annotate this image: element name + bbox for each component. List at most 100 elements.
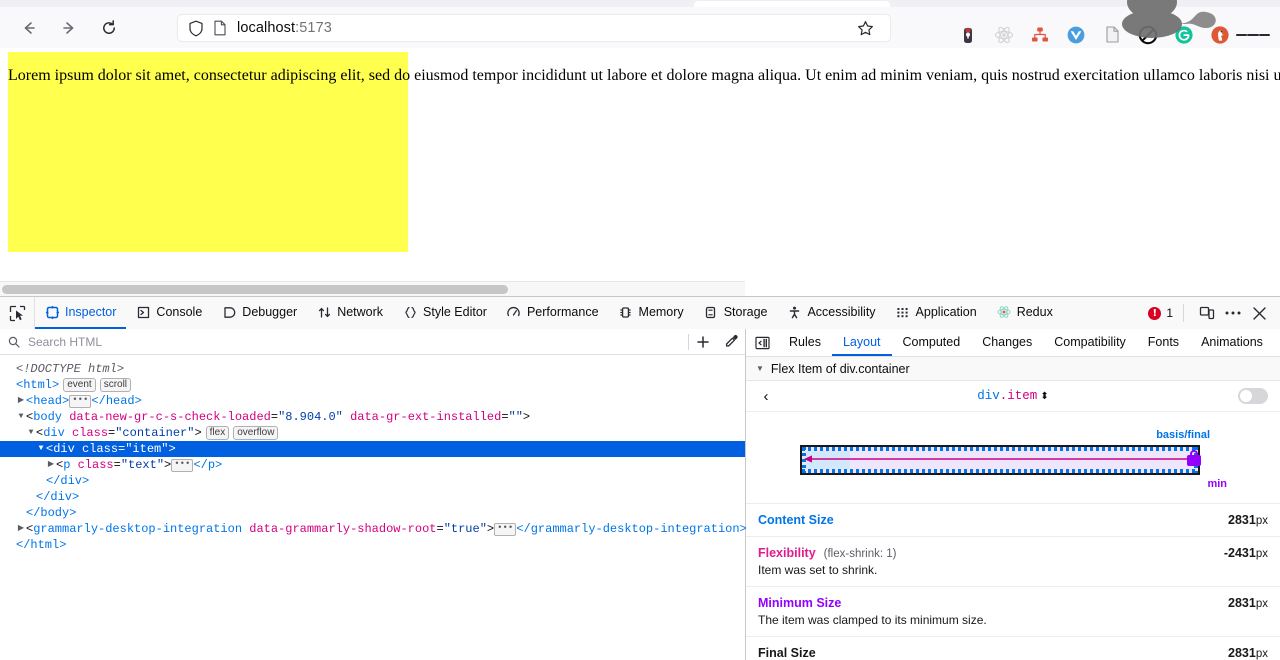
tab-memory-label: Memory bbox=[639, 305, 684, 319]
dom-row-item-close[interactable]: </div> bbox=[0, 473, 745, 489]
error-count-badge[interactable]: ! 1 bbox=[1148, 306, 1173, 320]
container-attr-name[interactable]: class bbox=[72, 425, 108, 441]
property-content-size[interactable]: Content Size 2831px bbox=[746, 503, 1280, 536]
page-info-icon[interactable] bbox=[213, 20, 227, 36]
flexibility-value: -2431px bbox=[1224, 546, 1268, 560]
add-node-icon[interactable] bbox=[689, 330, 717, 354]
dashed-border-top bbox=[802, 447, 1198, 451]
dom-row-container[interactable]: ▼ <div class="container"> flex overflow bbox=[0, 425, 745, 441]
badge-event[interactable]: event bbox=[63, 378, 95, 392]
bracket-open: < bbox=[46, 441, 53, 457]
tab-debugger[interactable]: Debugger bbox=[212, 297, 307, 329]
sidebar-toggle-icon[interactable] bbox=[746, 329, 778, 356]
dom-row-head[interactable]: ▶ <head> ••• </head> bbox=[0, 393, 745, 409]
grammarly-attr-name[interactable]: data-grammarly-shadow-root bbox=[249, 521, 436, 537]
inspector-icon bbox=[45, 306, 59, 319]
dom-row-body[interactable]: ▼ <body data-new-gr-c-s-check-loaded="8.… bbox=[0, 409, 745, 425]
sidebar-tab-compatibility[interactable]: Compatibility bbox=[1043, 329, 1137, 356]
bracket-open: < bbox=[26, 409, 33, 425]
tab-style-editor[interactable]: Style Editor bbox=[393, 297, 497, 329]
tab-redux-label: Redux bbox=[1017, 305, 1053, 319]
flex-item-selector[interactable]: div.item⬍ bbox=[746, 389, 1280, 403]
equals: = bbox=[271, 409, 278, 425]
dom-row-container-close[interactable]: </div> bbox=[0, 489, 745, 505]
tab-console[interactable]: Console bbox=[126, 297, 212, 329]
back-button[interactable] bbox=[12, 13, 46, 43]
flex-highlight-toggle[interactable] bbox=[1238, 388, 1268, 404]
tab-application[interactable]: Application bbox=[886, 297, 987, 329]
grammarly-attr-value[interactable]: "true" bbox=[444, 521, 487, 537]
meatball-menu-icon[interactable] bbox=[1220, 300, 1246, 326]
property-flexibility[interactable]: Flexibility(flex-shrink: 1) Item was set… bbox=[746, 536, 1280, 586]
horizontal-scrollbar[interactable] bbox=[0, 281, 745, 297]
url-bar[interactable]: localhost:5173 bbox=[178, 15, 890, 41]
sidebar-tab-layout[interactable]: Layout bbox=[832, 329, 892, 356]
dom-row-body-close[interactable]: </body> bbox=[0, 505, 745, 521]
forward-button[interactable] bbox=[52, 13, 86, 43]
search-html-input[interactable] bbox=[26, 334, 688, 350]
dom-row-doctype[interactable]: <!DOCTYPE html> bbox=[0, 361, 745, 377]
body-attr1-value[interactable]: "8.904.0" bbox=[278, 409, 343, 425]
dom-row-html[interactable]: <html> event scroll bbox=[0, 377, 745, 393]
dom-row-paragraph[interactable]: ▶ <p class="text"> ••• </p> bbox=[0, 457, 745, 473]
tracking-protection-shield-icon[interactable] bbox=[188, 20, 204, 37]
tab-accessibility[interactable]: Accessibility bbox=[777, 297, 885, 329]
body-attr2-name[interactable]: data-gr-ext-installed bbox=[350, 409, 501, 425]
property-minimum-size[interactable]: Minimum Size The item was clamped to its… bbox=[746, 586, 1280, 636]
bracket-close: > bbox=[168, 441, 175, 457]
tab-memory[interactable]: Memory bbox=[609, 297, 694, 329]
hamburger-line bbox=[1247, 34, 1258, 36]
body-attr2-value[interactable]: "" bbox=[509, 409, 523, 425]
dom-row-grammarly[interactable]: ▶ <grammarly-desktop-integration data-gr… bbox=[0, 521, 745, 537]
p-attr-name[interactable]: class bbox=[78, 457, 114, 473]
property-final-size[interactable]: Final Size 2831px bbox=[746, 636, 1280, 660]
chevron-down-icon[interactable]: ▼ bbox=[756, 364, 764, 373]
tab-redux[interactable]: Redux bbox=[987, 297, 1063, 329]
tab-network[interactable]: Network bbox=[307, 297, 393, 329]
reload-button[interactable] bbox=[92, 13, 126, 43]
container-attr-value[interactable]: "container" bbox=[115, 425, 194, 441]
minimum-size-label: Minimum Size bbox=[758, 596, 1268, 610]
content-size-label: Content Size bbox=[758, 513, 1268, 527]
dom-row-item-selected[interactable]: ▼ <div class="item"> bbox=[0, 441, 745, 457]
head-close-tag: </head> bbox=[91, 393, 141, 409]
sidebar-tab-changes[interactable]: Changes bbox=[971, 329, 1043, 356]
flex-item-section-header[interactable]: ▼ Flex Item of div.container bbox=[746, 357, 1280, 381]
minimum-size-number: 2831 bbox=[1228, 596, 1256, 610]
expand-twisty-paragraph[interactable]: ▶ bbox=[46, 457, 56, 473]
item-attr-value[interactable]: "item" bbox=[125, 441, 168, 457]
sidebar-tab-animations[interactable]: Animations bbox=[1190, 329, 1274, 356]
tab-performance[interactable]: Performance bbox=[497, 297, 609, 329]
bookmark-star-icon[interactable] bbox=[848, 15, 882, 41]
expand-twisty-grammarly[interactable]: ▶ bbox=[16, 521, 26, 537]
collapsed-children-icon[interactable]: ••• bbox=[69, 395, 91, 408]
eyedropper-icon[interactable] bbox=[717, 330, 745, 354]
collapse-twisty-container[interactable]: ▼ bbox=[26, 425, 36, 441]
space bbox=[75, 441, 82, 457]
badge-overflow[interactable]: overflow bbox=[233, 426, 278, 440]
url-text[interactable]: localhost:5173 bbox=[237, 20, 332, 36]
close-devtools-icon[interactable] bbox=[1246, 300, 1272, 326]
element-picker-icon[interactable] bbox=[0, 297, 35, 329]
item-attr-name[interactable]: class bbox=[82, 441, 118, 457]
responsive-design-mode-icon[interactable] bbox=[1194, 300, 1220, 326]
tab-storage[interactable]: Storage bbox=[694, 297, 778, 329]
tab-inspector[interactable]: Inspector bbox=[35, 297, 126, 329]
expand-twisty-head[interactable]: ▶ bbox=[16, 393, 26, 409]
badge-flex[interactable]: flex bbox=[206, 426, 230, 440]
body-attr1-name[interactable]: data-new-gr-c-s-check-loaded bbox=[69, 409, 271, 425]
sidebar-tab-fonts[interactable]: Fonts bbox=[1137, 329, 1190, 356]
collapse-twisty-item[interactable]: ▼ bbox=[36, 441, 46, 457]
sidebar-tab-rules[interactable]: Rules bbox=[778, 329, 832, 356]
collapsed-children-icon[interactable]: ••• bbox=[171, 459, 193, 472]
collapse-twisty-body[interactable]: ▼ bbox=[16, 409, 26, 425]
item-close-tag: </div> bbox=[46, 473, 89, 489]
collapsed-children-icon[interactable]: ••• bbox=[494, 523, 516, 536]
dom-row-html-close[interactable]: </html> bbox=[0, 537, 745, 553]
scrollbar-thumb[interactable] bbox=[2, 285, 508, 294]
selector-stepper-icon[interactable]: ⬍ bbox=[1040, 392, 1048, 403]
final-size-unit: px bbox=[1256, 648, 1268, 660]
badge-scroll[interactable]: scroll bbox=[100, 378, 131, 392]
p-attr-value[interactable]: "text" bbox=[121, 457, 164, 473]
sidebar-tab-computed[interactable]: Computed bbox=[892, 329, 972, 356]
